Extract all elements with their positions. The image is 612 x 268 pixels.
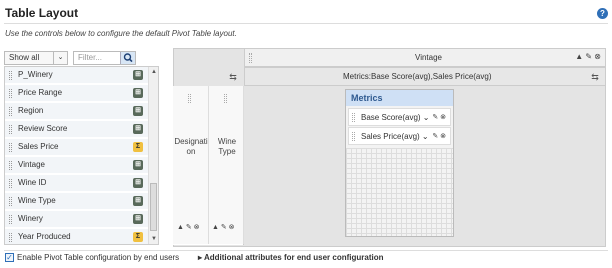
dimension-icon: ⊞ (133, 88, 143, 98)
page-description: Use the controls below to configure the … (5, 29, 237, 38)
drag-handle-icon[interactable] (352, 132, 355, 141)
help-icon[interactable]: ? (597, 8, 608, 19)
metrics-box: Metrics Base Score(avg) ⌄ ✎ ⊗ Sales Pric… (345, 89, 454, 237)
dimension-icon: ⊞ (133, 160, 143, 170)
metric-item[interactable]: Base Score(avg) ⌄ ✎ ⊗ (348, 108, 451, 126)
drag-handle-icon[interactable] (9, 143, 12, 152)
swap-icon[interactable]: ⇆ (588, 70, 602, 84)
metric-icon: Σ (133, 232, 143, 242)
field-item[interactable]: Region ⊞ (5, 103, 149, 120)
metric-icon: Σ (133, 142, 143, 152)
dimension-icon: ⊞ (133, 70, 143, 80)
chevron-down-icon: ⌄ (53, 52, 67, 64)
metrics-box-title: Metrics (346, 90, 453, 106)
field-item[interactable]: Sales Price Σ (5, 139, 149, 156)
footer-divider (4, 250, 608, 251)
metric-tools[interactable]: ✎ ⊗ (432, 132, 446, 140)
enable-config-label: Enable Pivot Table configuration by end … (17, 253, 180, 262)
row-field-tools[interactable]: ▲ ✎ ⊗ (212, 223, 235, 231)
drag-handle-icon[interactable] (9, 89, 12, 98)
field-label: Review Score (18, 124, 68, 133)
row-field-tools[interactable]: ▲ ✎ ⊗ (177, 223, 200, 231)
dimension-icon: ⊞ (133, 124, 143, 134)
row-field-label: Wine Type (217, 137, 237, 156)
row-field-wine-type[interactable]: Wine Type ▲ ✎ ⊗ (209, 86, 244, 244)
field-label: Price Range (18, 88, 63, 97)
show-all-select[interactable]: Show all ⌄ (4, 51, 68, 65)
row-fields-area: Designati on ▲ ✎ ⊗ Wine Type ▲ ✎ ⊗ (173, 86, 244, 245)
swap-axes-icon[interactable]: ⇆ (226, 70, 240, 84)
column-field-label: Vintage (415, 53, 442, 62)
scroll-up-icon[interactable]: ▲ (151, 69, 157, 75)
field-item[interactable]: Review Score ⊞ (5, 121, 149, 138)
drag-handle-icon[interactable] (9, 179, 12, 188)
dimension-icon: ⊞ (133, 196, 143, 206)
field-label: Wine Type (18, 196, 56, 205)
drag-handle-icon[interactable] (224, 94, 227, 103)
dimension-icon: ⊞ (133, 106, 143, 116)
metrics-drop-zone[interactable] (346, 148, 453, 236)
search-icon (123, 53, 133, 63)
field-item[interactable]: Year Produced Σ (5, 229, 149, 244)
enable-config-checkbox[interactable]: ✓ (5, 253, 14, 262)
drag-handle-icon[interactable] (9, 125, 12, 134)
column-field-tools[interactable]: ▲ ✎ ⊗ (575, 52, 601, 61)
field-label: Region (18, 106, 44, 115)
column-field-metrics[interactable]: Metrics:Base Score(avg),Sales Price(avg)… (244, 67, 606, 86)
field-list-scrollbar[interactable]: ▲ ▼ (148, 67, 158, 244)
metric-label: Sales Price(avg) ⌄ (361, 132, 429, 141)
field-label: Winery (18, 214, 43, 223)
page-title: Table Layout (5, 6, 79, 20)
title-divider (4, 23, 608, 24)
field-label: Wine ID (18, 178, 47, 187)
field-item[interactable]: Winery ⊞ (5, 211, 149, 228)
row-field-designation[interactable]: Designati on ▲ ✎ ⊗ (173, 86, 209, 244)
drag-handle-icon[interactable] (9, 161, 12, 170)
metric-label: Base Score(avg) ⌄ (361, 113, 430, 122)
dimension-icon: ⊞ (133, 214, 143, 224)
drag-handle-icon[interactable] (9, 71, 12, 80)
drag-handle-icon[interactable] (9, 107, 12, 116)
field-item[interactable]: Price Range ⊞ (5, 85, 149, 102)
field-label: Year Produced (18, 232, 71, 241)
field-label: P_Winery (18, 70, 53, 79)
dimension-icon: ⊞ (133, 178, 143, 188)
drag-handle-icon[interactable] (9, 197, 12, 206)
metrics-column-label: Metrics:Base Score(avg),Sales Price(avg) (343, 72, 492, 81)
drag-handle-icon[interactable] (249, 53, 252, 63)
field-list: P_Winery ⊞ Price Range ⊞ Region ⊞ Review… (4, 66, 159, 245)
field-item[interactable]: Vintage ⊞ (5, 157, 149, 174)
search-button[interactable] (120, 52, 135, 64)
metric-item[interactable]: Sales Price(avg) ⌄ ✎ ⊗ (348, 127, 451, 145)
column-field-vintage[interactable]: Vintage ▲ ✎ ⊗ (244, 48, 606, 67)
additional-attributes-toggle[interactable]: ▸ Additional attributes for end user con… (198, 253, 384, 262)
drag-handle-icon[interactable] (9, 215, 12, 224)
row-field-label: Designati on (174, 137, 208, 156)
drag-handle-icon[interactable] (352, 113, 355, 122)
drag-handle-icon[interactable] (188, 94, 191, 103)
field-label: Sales Price (18, 142, 59, 151)
scrollbar-thumb[interactable] (150, 183, 157, 231)
field-item[interactable]: P_Winery ⊞ (5, 67, 149, 84)
field-item[interactable]: Wine ID ⊞ (5, 175, 149, 192)
show-all-label: Show all (9, 53, 40, 62)
metric-tools[interactable]: ✎ ⊗ (432, 113, 446, 121)
field-label: Vintage (18, 160, 45, 169)
drag-handle-icon[interactable] (9, 233, 12, 242)
scroll-down-icon[interactable]: ▼ (151, 236, 157, 242)
field-item[interactable]: Wine Type ⊞ (5, 193, 149, 210)
